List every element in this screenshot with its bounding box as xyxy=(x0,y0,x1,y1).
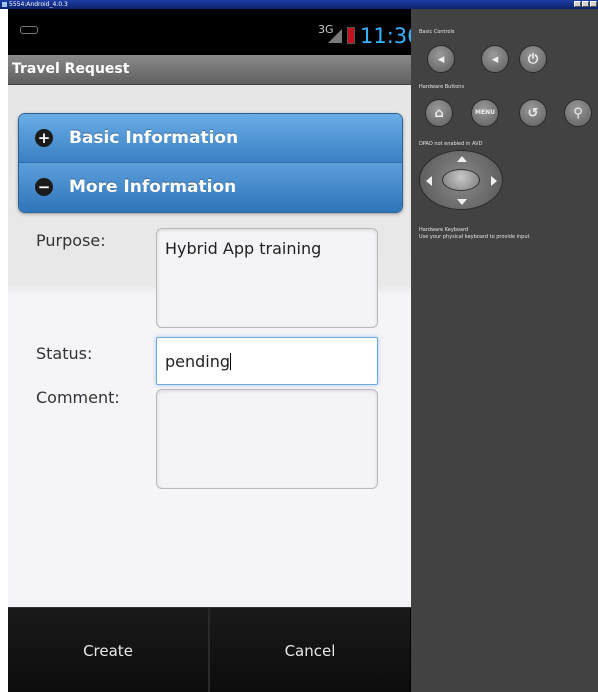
accordion-more-information[interactable]: − More Information xyxy=(19,163,402,212)
minimize-icon[interactable] xyxy=(574,1,581,7)
search-icon[interactable]: ⚲ xyxy=(564,99,592,127)
phone-screen: 3G 11:36 Travel Request + Basic Informat… xyxy=(8,9,411,692)
home-icon[interactable]: ⌂ xyxy=(425,99,453,127)
dpad-right-icon[interactable] xyxy=(491,176,497,186)
window-left-edge xyxy=(0,9,8,692)
power-icon[interactable]: ⏻ xyxy=(519,45,547,73)
plus-circle-icon: + xyxy=(35,129,53,147)
status-clock: 11:36 xyxy=(360,24,411,48)
basic-controls-label: Basic Controls xyxy=(419,29,455,35)
accordion-basic-information[interactable]: + Basic Information xyxy=(19,114,402,163)
text-cursor xyxy=(230,353,232,370)
emulator-window-titlebar: 5554:Android_4.0.3 xyxy=(0,0,598,9)
emulator-app-icon xyxy=(2,2,7,7)
close-icon[interactable] xyxy=(590,1,597,7)
purpose-field[interactable]: Hybrid App training xyxy=(156,228,378,328)
hardware-keyboard-hint: Use your physical keyboard to provide in… xyxy=(419,234,530,240)
accordion-label: Basic Information xyxy=(69,128,239,148)
status-bar: 3G 11:36 xyxy=(8,9,411,55)
dpad-down-icon[interactable] xyxy=(457,199,467,205)
comment-label: Comment: xyxy=(36,388,120,407)
form-content: + Basic Information − More Information P… xyxy=(8,85,411,607)
hardware-buttons-label: Hardware Buttons xyxy=(419,84,465,90)
accordion: + Basic Information − More Information xyxy=(18,113,403,213)
minus-circle-icon: − xyxy=(35,178,53,196)
status-value: pending xyxy=(165,352,231,371)
volume-down-icon[interactable]: ◂ xyxy=(427,45,455,73)
purpose-label: Purpose: xyxy=(36,231,106,250)
signal-icon xyxy=(328,29,342,43)
emulator-window-title: 5554:Android_4.0.3 xyxy=(9,1,68,8)
menu-icon[interactable]: MENU xyxy=(471,99,499,127)
emulator-control-panel: Basic Controls ◂ ◂ ⏻ Hardware Buttons ⌂ … xyxy=(411,9,598,692)
dpad-status-label: DPAD not enabled in AVD xyxy=(419,141,483,147)
page-title: Travel Request xyxy=(12,61,130,77)
dpad-center-button[interactable] xyxy=(442,169,480,191)
maximize-icon[interactable] xyxy=(582,1,589,7)
status-label: Status: xyxy=(36,344,93,363)
battery-icon xyxy=(347,27,355,44)
comment-field[interactable] xyxy=(156,389,378,489)
status-field[interactable]: pending xyxy=(156,337,378,385)
app-titlebar: Travel Request xyxy=(8,55,411,85)
usb-icon xyxy=(20,26,38,34)
dpad-up-icon[interactable] xyxy=(457,156,467,162)
back-icon[interactable]: ↺ xyxy=(519,99,547,127)
dpad-left-icon[interactable] xyxy=(426,176,432,186)
hardware-keyboard-label: Hardware Keyboard xyxy=(419,227,469,233)
dpad-control[interactable] xyxy=(419,150,503,210)
volume-up-icon[interactable]: ◂ xyxy=(481,45,509,73)
bottom-toolbar: Create Cancel xyxy=(8,607,411,692)
create-button[interactable]: Create xyxy=(8,608,208,692)
accordion-label: More Information xyxy=(69,177,237,197)
cancel-button[interactable]: Cancel xyxy=(210,608,410,692)
purpose-value: Hybrid App training xyxy=(165,239,322,258)
